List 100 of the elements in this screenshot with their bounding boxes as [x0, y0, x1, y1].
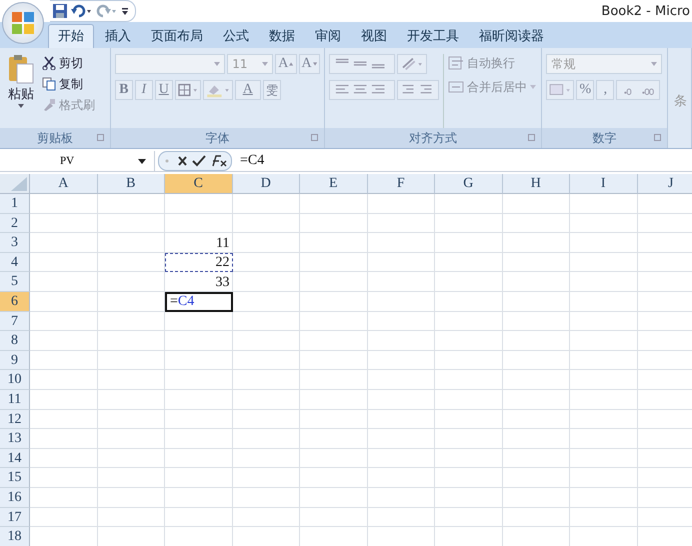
row-header[interactable]: 1	[0, 194, 30, 214]
ribbon-tab[interactable]: 福昕阅读器	[470, 25, 553, 48]
column-header[interactable]: F	[368, 174, 435, 194]
table-cell	[300, 312, 368, 332]
table-cell	[30, 252, 98, 272]
table-cell: 33	[165, 272, 232, 292]
table-cell	[98, 252, 165, 272]
row-header[interactable]: 5	[0, 272, 30, 292]
row-header[interactable]: 7	[0, 312, 30, 332]
window-title: Book2 - Micro	[601, 4, 691, 18]
table-cell	[232, 468, 300, 488]
table-cell	[570, 488, 638, 508]
table-cell	[502, 194, 570, 214]
dialog-launcher-icon[interactable]	[96, 134, 104, 141]
column-header[interactable]: J	[638, 174, 692, 194]
save-icon[interactable]	[52, 3, 68, 19]
table-cell	[300, 429, 368, 449]
down-arrow-icon	[312, 62, 317, 66]
column-header[interactable]: D	[232, 174, 300, 194]
table-cell	[502, 488, 570, 508]
table-cell	[232, 448, 300, 468]
column-header[interactable]: A	[30, 174, 98, 194]
table-cell	[368, 331, 435, 351]
caret-icon	[262, 62, 268, 66]
copied-cell: 22	[165, 252, 232, 272]
table-cell	[98, 370, 165, 390]
ribbon-tab[interactable]: 页面布局	[142, 25, 212, 48]
column-header[interactable]: G	[435, 174, 502, 194]
row-header[interactable]: 17	[0, 508, 30, 528]
ribbon-tab[interactable]: 插入	[96, 25, 140, 48]
table-cell	[300, 194, 368, 214]
table-cell	[368, 233, 435, 253]
ribbon-tab[interactable]: 数据	[260, 25, 304, 48]
formula-buttons[interactable]	[158, 151, 232, 171]
up-arrow-icon	[289, 62, 294, 66]
dialog-launcher-icon[interactable]	[654, 134, 661, 141]
table-cell	[300, 410, 368, 430]
row-header[interactable]: 12	[0, 410, 30, 430]
formula-field[interactable]: =C4	[240, 153, 264, 169]
undo-icon[interactable]	[71, 3, 93, 19]
table-cell	[30, 390, 98, 410]
logo-icon	[10, 10, 36, 36]
table-cell	[232, 312, 300, 332]
name-box[interactable]: PV	[0, 151, 155, 171]
ribbon-tab[interactable]: 审阅	[306, 25, 350, 48]
table-cell	[232, 370, 300, 390]
table-cell	[368, 252, 435, 272]
table-cell	[165, 410, 232, 430]
table-cell	[30, 448, 98, 468]
row-header[interactable]: 15	[0, 468, 30, 488]
row-header[interactable]: 9	[0, 350, 30, 370]
row-header[interactable]: 4	[0, 252, 30, 272]
table-cell	[232, 390, 300, 410]
table-cell	[300, 272, 368, 292]
table-cell	[98, 292, 165, 312]
editing-cell[interactable]: =C4	[165, 292, 232, 312]
table-cell	[30, 292, 98, 312]
table-cell	[570, 194, 638, 214]
scissors-icon	[42, 56, 56, 70]
column-header[interactable]: H	[502, 174, 570, 194]
row-header[interactable]: 18	[0, 527, 30, 546]
column-header[interactable]: C	[165, 174, 232, 194]
select-all-button[interactable]	[0, 174, 30, 194]
office-button[interactable]	[2, 2, 44, 44]
table-cell	[368, 214, 435, 234]
table-cell	[502, 214, 570, 234]
ribbon-tab[interactable]: 开发工具	[398, 25, 468, 48]
table-cell	[165, 194, 232, 214]
table-cell	[502, 272, 570, 292]
row-header[interactable]: 3	[0, 233, 30, 253]
row-header[interactable]: 8	[0, 331, 30, 351]
table-cell	[368, 350, 435, 370]
table-cell	[165, 429, 232, 449]
table-cell	[165, 508, 232, 528]
ribbon-tab[interactable]: 公式	[214, 25, 258, 48]
row-header[interactable]: 13	[0, 429, 30, 449]
table-cell	[300, 350, 368, 370]
table-cell	[435, 214, 502, 234]
merge-icon	[448, 80, 464, 94]
dialog-launcher-icon[interactable]	[310, 134, 318, 141]
column-header[interactable]: B	[98, 174, 165, 194]
customize-icon[interactable]	[121, 6, 129, 16]
table-cell	[570, 252, 638, 272]
ribbon-tab[interactable]: 视图	[352, 25, 396, 48]
table-cell	[502, 233, 570, 253]
row-header[interactable]: 11	[0, 390, 30, 410]
row-header[interactable]: 6	[0, 292, 30, 312]
column-header[interactable]: I	[570, 174, 638, 194]
table-cell	[300, 233, 368, 253]
row-header[interactable]: 16	[0, 488, 30, 508]
table-cell	[570, 390, 638, 410]
table-cell	[435, 370, 502, 390]
ribbon-tab[interactable]: 开始	[48, 24, 94, 48]
row-header[interactable]: 2	[0, 214, 30, 234]
row-header[interactable]: 14	[0, 448, 30, 468]
row-header[interactable]: 10	[0, 370, 30, 390]
dialog-launcher-icon[interactable]	[528, 134, 536, 141]
table-cell	[300, 488, 368, 508]
table-cell	[368, 390, 435, 410]
column-header[interactable]: E	[300, 174, 368, 194]
